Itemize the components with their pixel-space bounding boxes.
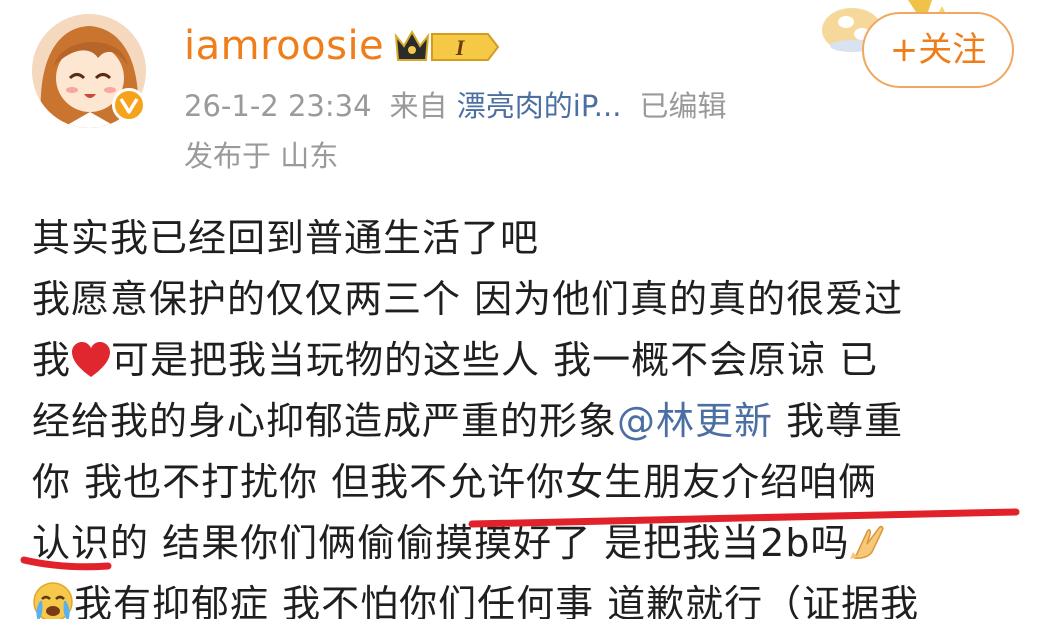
post-line: 你 我也不打扰你 但我不允许你女生朋友介绍咱俩 <box>32 460 878 504</box>
red-heart-emoji <box>71 336 111 397</box>
follow-button[interactable]: +关注 <box>862 12 1014 88</box>
post-text-segment: 我尊重 <box>773 399 904 443</box>
crown-vip-icon[interactable]: I <box>392 26 502 68</box>
post-location: 发布于 山东 <box>184 139 339 173</box>
verified-v-icon <box>112 88 146 122</box>
post-line: 我可是把我当玩物的这些人 我一概不会原谅 已 <box>32 330 1022 391</box>
post-text-segment: 可是把我当玩物的这些人 我一概不会原谅 已 <box>111 338 879 382</box>
avatar[interactable] <box>32 14 146 128</box>
username-link[interactable]: iamroosie <box>184 20 384 72</box>
post-text: 其实我已经回到普通生活了吧 我愿意保护的仅仅两三个 因为他们真的真的很爱过 我可… <box>32 208 1022 619</box>
post-meta: 26-1-2 23:34 来自 漂亮肉的iP... 已编辑 <box>184 86 726 126</box>
post-line: 经给我的身心抑郁造成严重的形象@林更新 我尊重 <box>32 391 1022 452</box>
crying-face-emoji <box>32 580 74 619</box>
post-line: 我有抑郁症 我不怕你们任何事 道歉就行（证据我 <box>32 574 1022 619</box>
vip-level-text: I <box>455 35 466 60</box>
post-timestamp: 26-1-2 23:34 <box>184 89 372 123</box>
edited-label[interactable]: 已编辑 <box>639 89 726 123</box>
post-text-segment: 我 <box>32 338 72 382</box>
post-text-segment: 经给我的身心抑郁造成严重的形象 <box>32 399 618 443</box>
post-line: 其实我已经回到普通生活了吧 <box>32 216 540 260</box>
pray-hands-emoji <box>849 519 889 580</box>
post-line: 认识的 结果你们俩偷偷摸摸好了 是把我当2b吗 <box>32 513 1022 574</box>
post-text-segment: 我有抑郁症 我不怕你们任何事 道歉就行（证据我 <box>74 582 920 619</box>
post-line: 我愿意保护的仅仅两三个 因为他们真的真的很爱过 <box>32 277 904 321</box>
weibo-post: iamroosie I +关注 26-1-2 23:34 来自 漂亮肉的iP...… <box>0 0 1040 619</box>
source-prefix: 来自 <box>389 89 448 123</box>
post-text-segment: 认识的 结果你们俩偷偷摸摸好了 是把我当2b吗 <box>32 521 850 565</box>
source-device-link[interactable]: 漂亮肉的iP... <box>457 89 622 123</box>
mention-link[interactable]: @林更新 <box>617 399 773 443</box>
